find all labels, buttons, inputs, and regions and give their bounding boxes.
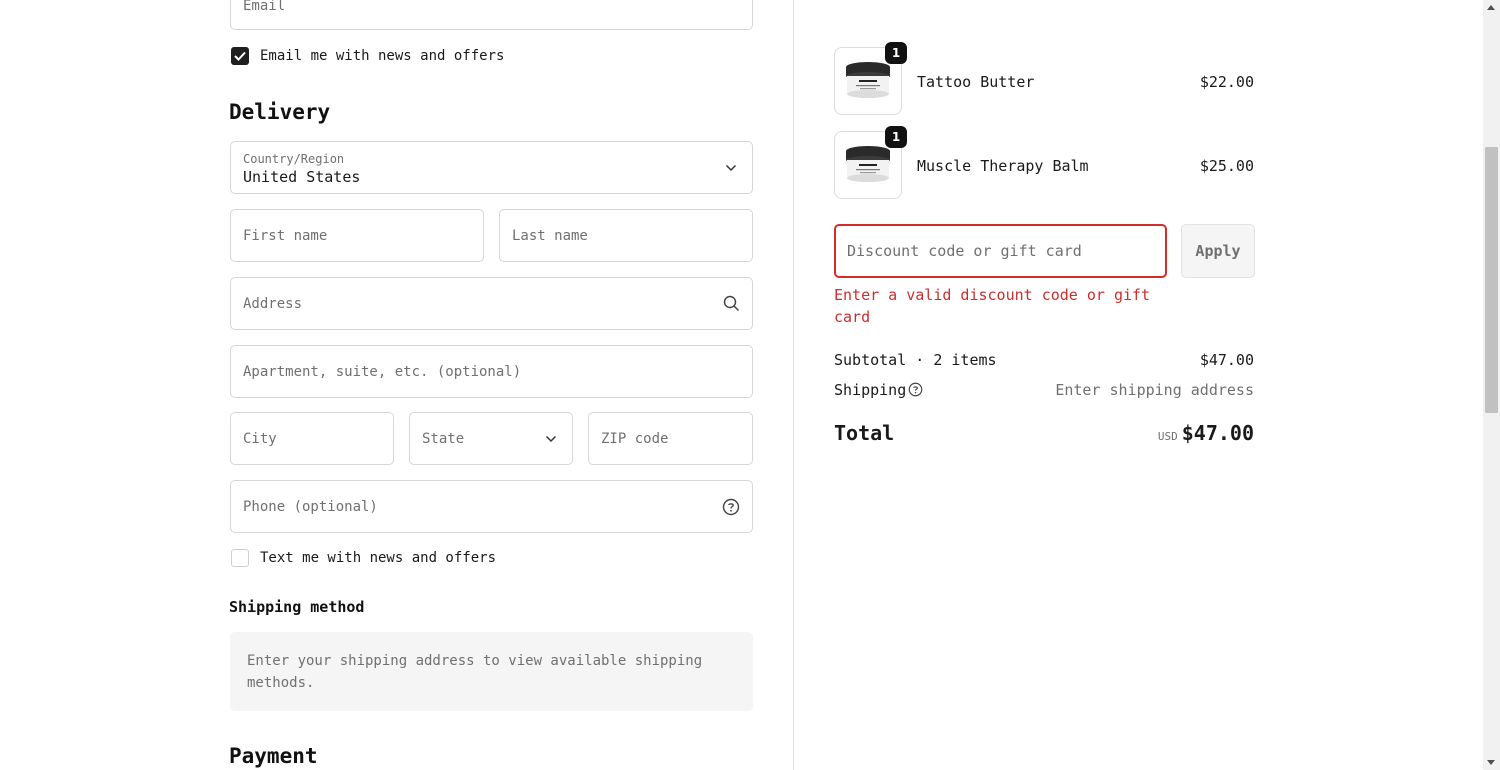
last-name-placeholder: Last name: [512, 227, 588, 244]
discount-error-message: Enter a valid discount code or gift card: [834, 286, 1151, 326]
chevron-down-icon: [542, 430, 560, 448]
email-offers-checkbox[interactable]: [231, 47, 249, 65]
zip-input[interactable]: ZIP code: [588, 412, 753, 465]
help-circle-icon[interactable]: [722, 498, 740, 516]
delivery-heading: Delivery: [229, 100, 331, 124]
email-offers-label: Email me with news and offers: [260, 48, 505, 64]
shipping-value: Enter shipping address: [1055, 381, 1254, 399]
help-circle-icon[interactable]: [908, 382, 924, 398]
page-scrollbar[interactable]: [1483, 0, 1500, 770]
last-name-input[interactable]: Last name: [499, 209, 753, 262]
product-price: $25.00: [1199, 157, 1254, 175]
country-label: Country/Region: [243, 152, 345, 166]
search-icon: [722, 295, 740, 313]
state-placeholder: State: [422, 430, 465, 447]
product-name: Muscle Therapy Balm: [917, 157, 1089, 175]
apartment-input[interactable]: Apartment, suite, etc. (optional): [230, 345, 753, 398]
shipping-method-heading: Shipping method: [229, 598, 365, 616]
address-input[interactable]: Address: [230, 277, 753, 330]
product-name: Tattoo Butter: [917, 73, 1035, 91]
checkmark-icon: [234, 51, 246, 61]
country-select[interactable]: Country/Region United States: [230, 141, 753, 194]
jar-icon: [846, 146, 890, 182]
first-name-placeholder: First name: [243, 227, 328, 244]
text-offers-label: Text me with news and offers: [260, 550, 497, 566]
checkout-form: Email Email me with news and offers Deli…: [0, 0, 793, 770]
product-price: $22.00: [1199, 73, 1254, 91]
quantity-badge: 1: [885, 126, 907, 148]
scroll-down-arrow-icon[interactable]: [1487, 760, 1495, 765]
apply-discount-button[interactable]: Apply: [1181, 224, 1255, 278]
zip-placeholder: ZIP code: [601, 430, 669, 447]
shipping-method-message: Enter your shipping address to view avai…: [247, 653, 703, 691]
jar-icon: [846, 62, 890, 98]
shipping-method-notice: Enter your shipping address to view avai…: [230, 632, 753, 711]
address-placeholder: Address: [243, 295, 303, 312]
total-label: Total: [834, 421, 895, 445]
email-field[interactable]: Email: [230, 0, 753, 30]
discount-placeholder: Discount code or gift card: [847, 242, 1082, 260]
city-input[interactable]: City: [230, 412, 394, 465]
chevron-down-icon: [722, 159, 740, 177]
country-value: United States: [243, 168, 361, 186]
first-name-input[interactable]: First name: [230, 209, 484, 262]
scrollbar-thumb[interactable]: [1485, 147, 1498, 413]
currency-code: USD: [1157, 430, 1178, 443]
scroll-up-arrow-icon[interactable]: [1487, 5, 1495, 10]
text-offers-checkbox[interactable]: [231, 549, 249, 567]
apartment-placeholder: Apartment, suite, etc. (optional): [243, 363, 522, 380]
shipping-label: Shipping: [834, 381, 907, 399]
email-placeholder: Email: [243, 0, 286, 14]
phone-placeholder: Phone (optional): [243, 498, 378, 515]
payment-heading: Payment: [229, 744, 318, 768]
phone-input[interactable]: Phone (optional): [230, 480, 753, 533]
product-thumbnail: 1: [834, 42, 907, 115]
subtotal-label: Subtotal · 2 items: [834, 351, 997, 369]
city-placeholder: City: [243, 430, 277, 447]
state-select[interactable]: State: [409, 412, 573, 465]
quantity-badge: 1: [885, 42, 907, 64]
subtotal-value: $47.00: [1199, 351, 1254, 369]
product-thumbnail: 1: [834, 126, 907, 199]
discount-code-input[interactable]: Discount code or gift card: [834, 224, 1167, 278]
total-line: USD $47.00: [1100, 421, 1254, 445]
total-value: $47.00: [1181, 421, 1254, 445]
